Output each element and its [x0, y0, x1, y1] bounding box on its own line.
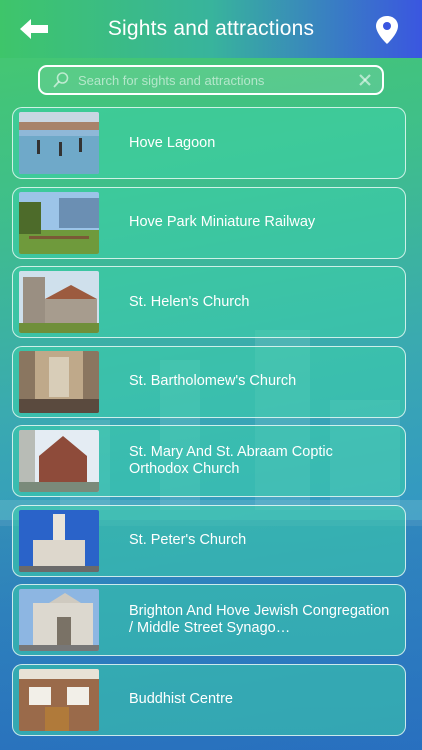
st-peters-church-thumbnail: [19, 509, 99, 572]
clear-search-icon[interactable]: [358, 73, 372, 87]
search-icon: [52, 71, 70, 89]
item-label: St. Peter's Church: [129, 532, 247, 548]
list-item[interactable]: Brighton And Hove Jewish Congregation / …: [12, 584, 406, 656]
list-item[interactable]: St. Helen's Church: [12, 266, 406, 338]
list-item[interactable]: St. Bartholomew's Church: [12, 345, 406, 418]
page-title: Sights and attractions: [107, 17, 315, 40]
synagogue-thumbnail: [19, 589, 99, 651]
item-label: St. Mary And St. Abraam Coptic Orthodox …: [129, 444, 333, 477]
item-label: Buddhist Centre: [129, 691, 233, 707]
map-pin-icon[interactable]: [374, 15, 400, 45]
coptic-church-thumbnail: [19, 430, 99, 492]
list-item[interactable]: St. Peter's Church: [12, 504, 406, 577]
st-helens-church-thumbnail: [19, 271, 99, 333]
item-label: St. Helen's Church: [129, 293, 250, 310]
list-item[interactable]: St. Mary And St. Abraam Coptic Orthodox …: [12, 425, 406, 497]
list-item[interactable]: Hove Lagoon: [12, 107, 406, 179]
item-label: St. Bartholomew's Church: [129, 373, 297, 389]
top-bar: Sights and attractions: [0, 0, 422, 58]
item-label: Hove Lagoon: [129, 134, 216, 151]
back-arrow-icon[interactable]: [18, 16, 50, 42]
buddhist-centre-thumbnail: [19, 668, 99, 731]
attractions-list: Hove Lagoon Hove Park Miniature Railway …: [12, 107, 406, 743]
st-bartholomews-church-thumbnail: [19, 350, 99, 413]
list-item[interactable]: Hove Park Miniature Railway: [12, 186, 406, 259]
item-label: Hove Park Miniature Railway: [129, 214, 316, 230]
hove-lagoon-thumbnail: [19, 112, 99, 174]
list-item[interactable]: Buddhist Centre: [12, 663, 406, 736]
search-input[interactable]: [78, 72, 358, 88]
item-label: Brighton And Hove Jewish Congregation / …: [129, 603, 390, 636]
search-bar[interactable]: [38, 65, 384, 95]
hove-park-railway-thumbnail: [19, 191, 99, 254]
